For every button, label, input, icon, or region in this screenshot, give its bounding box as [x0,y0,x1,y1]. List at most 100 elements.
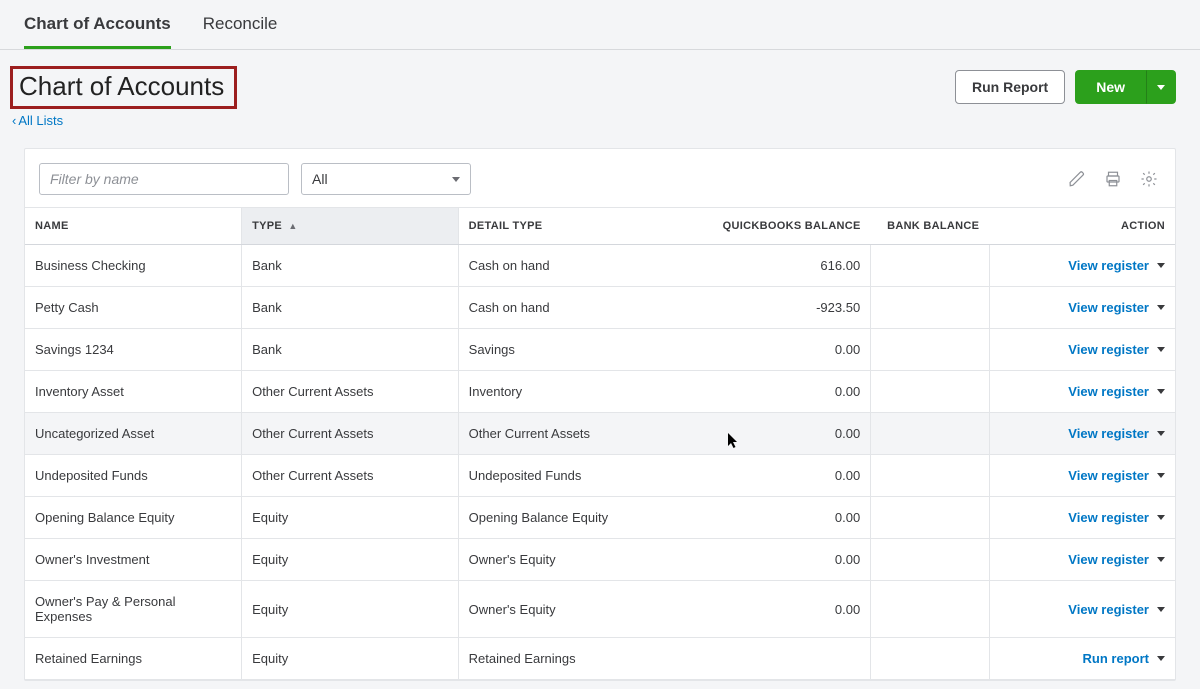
col-header-detail-type[interactable]: DETAIL TYPE [458,208,664,245]
cell-type: Equity [242,497,459,539]
cell-detail-type: Savings [458,329,664,371]
cell-name: Uncategorized Asset [25,413,242,455]
page-header: Chart of Accounts ‹ All Lists Run Report… [0,50,1200,130]
cell-type: Equity [242,581,459,638]
tab-reconcile[interactable]: Reconcile [203,14,278,49]
cell-qb-balance: 616.00 [664,245,870,287]
cell-action: View register [989,245,1175,287]
cell-bank-balance [871,497,990,539]
action-view-register[interactable]: View register [1068,602,1165,617]
cell-action: Run report [989,638,1175,680]
caret-down-icon[interactable] [1157,263,1165,268]
table-row[interactable]: Petty CashBankCash on hand-923.50 View re… [25,287,1175,329]
cell-qb-balance: 0.00 [664,497,870,539]
run-report-button[interactable]: Run Report [955,70,1065,104]
cell-action: View register [989,371,1175,413]
cell-qb-balance: 0.00 [664,329,870,371]
cell-bank-balance [871,371,990,413]
caret-down-icon[interactable] [1157,305,1165,310]
caret-down-icon[interactable] [1157,389,1165,394]
cell-bank-balance [871,329,990,371]
table-row[interactable]: Retained EarningsEquityRetained Earnings… [25,638,1175,680]
cell-action: View register [989,455,1175,497]
table-row[interactable]: Undeposited FundsOther Current AssetsUnd… [25,455,1175,497]
cell-detail-type: Retained Earnings [458,638,664,680]
action-view-register[interactable]: View register [1068,552,1165,567]
caret-down-icon[interactable] [1157,557,1165,562]
cell-name: Savings 1234 [25,329,242,371]
caret-down-icon[interactable] [1157,431,1165,436]
cell-detail-type: Undeposited Funds [458,455,664,497]
cell-type: Bank [242,287,459,329]
col-header-name[interactable]: NAME [25,208,242,245]
card-toolbar: All [25,149,1175,207]
cell-name: Undeposited Funds [25,455,242,497]
cell-qb-balance: 0.00 [664,413,870,455]
action-view-register[interactable]: View register [1068,300,1165,315]
table-row[interactable]: Savings 1234BankSavings0.00View register [25,329,1175,371]
action-label: View register [1068,468,1149,483]
cell-action: View register [989,497,1175,539]
page-title: Chart of Accounts [10,66,237,109]
action-label: View register [1068,342,1149,357]
accounts-card: All NAME TYPE ▲ DETAIL TYPE [24,148,1176,681]
type-filter-select[interactable]: All [301,163,471,195]
cell-qb-balance: 0.00 [664,455,870,497]
caret-down-icon[interactable] [1157,515,1165,520]
gear-icon[interactable] [1137,167,1161,191]
table-row[interactable]: Owner's Pay & Personal ExpensesEquityOwn… [25,581,1175,638]
cell-name: Business Checking [25,245,242,287]
cell-detail-type: Inventory [458,371,664,413]
new-button[interactable]: New [1075,70,1146,104]
col-header-type[interactable]: TYPE ▲ [242,208,459,245]
col-header-action: ACTION [989,208,1175,245]
cell-name: Owner's Pay & Personal Expenses [25,581,242,638]
action-label: View register [1068,300,1149,315]
cell-name: Opening Balance Equity [25,497,242,539]
cell-bank-balance [871,413,990,455]
table-row[interactable]: Opening Balance EquityEquityOpening Bala… [25,497,1175,539]
type-filter-value: All [312,171,328,187]
action-view-register[interactable]: View register [1068,468,1165,483]
action-view-register[interactable]: View register [1068,258,1165,273]
col-header-bank-balance[interactable]: BANK BALANCE [871,208,990,245]
cell-type: Equity [242,539,459,581]
chevron-left-icon: ‹ [12,113,16,128]
action-view-register[interactable]: View register [1068,426,1165,441]
new-button-dropdown[interactable] [1146,70,1176,104]
col-header-qb-balance[interactable]: QUICKBOOKS BALANCE [664,208,870,245]
action-view-register[interactable]: View register [1068,342,1165,357]
tab-chart-of-accounts[interactable]: Chart of Accounts [24,14,171,49]
caret-down-icon[interactable] [1157,347,1165,352]
cell-type: Bank [242,245,459,287]
col-header-type-label: TYPE [252,220,282,232]
cell-detail-type: Cash on hand [458,287,664,329]
table-row[interactable]: Business CheckingBankCash on hand616.00V… [25,245,1175,287]
cell-qb-balance: 0.00 [664,371,870,413]
caret-down-icon[interactable] [1157,607,1165,612]
table-row[interactable]: Uncategorized AssetOther Current AssetsO… [25,413,1175,455]
action-run-report[interactable]: Run report [1083,651,1165,666]
action-view-register[interactable]: View register [1068,384,1165,399]
caret-down-icon [1157,85,1165,90]
table-row[interactable]: Inventory AssetOther Current AssetsInven… [25,371,1175,413]
edit-icon[interactable] [1065,167,1089,191]
filter-by-name-input[interactable] [39,163,289,195]
table-row[interactable]: Owner's InvestmentEquityOwner's Equity0.… [25,539,1175,581]
action-label: View register [1068,384,1149,399]
cell-bank-balance [871,287,990,329]
back-link-all-lists[interactable]: ‹ All Lists [12,113,63,128]
caret-down-icon[interactable] [1157,473,1165,478]
action-label: View register [1068,426,1149,441]
caret-down-icon[interactable] [1157,656,1165,661]
cell-name: Petty Cash [25,287,242,329]
table-header-row: NAME TYPE ▲ DETAIL TYPE QUICKBOOKS BALAN… [25,208,1175,245]
action-label: View register [1068,510,1149,525]
print-icon[interactable] [1101,167,1125,191]
action-label: View register [1068,552,1149,567]
cell-type: Other Current Assets [242,413,459,455]
cell-type: Other Current Assets [242,371,459,413]
back-link-label: All Lists [18,113,63,128]
cell-qb-balance: -923.50 [664,287,870,329]
action-view-register[interactable]: View register [1068,510,1165,525]
